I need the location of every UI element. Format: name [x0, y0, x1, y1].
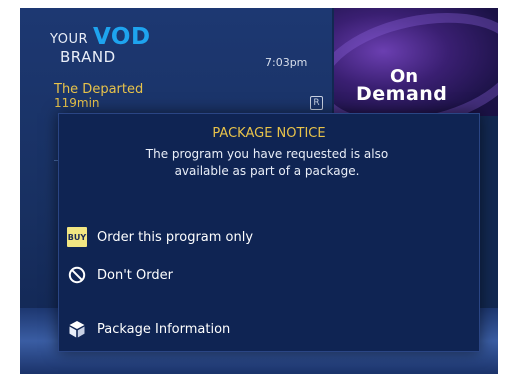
dialog-title: PACKAGE NOTICE: [212, 126, 326, 141]
rating-icon: R: [310, 96, 323, 110]
order-program-label: Order this program only: [97, 229, 254, 245]
promo-line-demand: Demand: [356, 83, 448, 105]
dialog-message: The program you have requested is also a…: [145, 147, 389, 178]
package-notice-dialog: PACKAGE NOTICE The program you have requ…: [58, 113, 480, 352]
dont-order-label: Don't Order: [97, 267, 173, 283]
program-title: The Departed: [54, 82, 144, 97]
package-information-option[interactable]: Package Information: [67, 317, 327, 341]
buy-badge: BUY: [67, 227, 87, 247]
no-entry-icon: [67, 265, 87, 285]
clock: 7:03pm: [265, 56, 308, 69]
program-duration: 119min: [54, 96, 100, 110]
package-icon: [67, 319, 87, 339]
brand-logo-your: YOUR: [50, 32, 89, 47]
brand-logo-vod: VOD: [93, 24, 151, 50]
dont-order-option[interactable]: Don't Order: [67, 263, 327, 287]
package-information-label: Package Information: [97, 321, 231, 337]
on-demand-promo: On Demand: [334, 8, 498, 116]
buy-icon: BUY: [67, 227, 87, 247]
tv-screen: YOUR VOD BRAND 7:03pm On Demand The Depa…: [20, 8, 498, 374]
brand-logo-name: BRAND: [60, 48, 116, 66]
order-program-option[interactable]: BUY Order this program only: [67, 225, 327, 249]
